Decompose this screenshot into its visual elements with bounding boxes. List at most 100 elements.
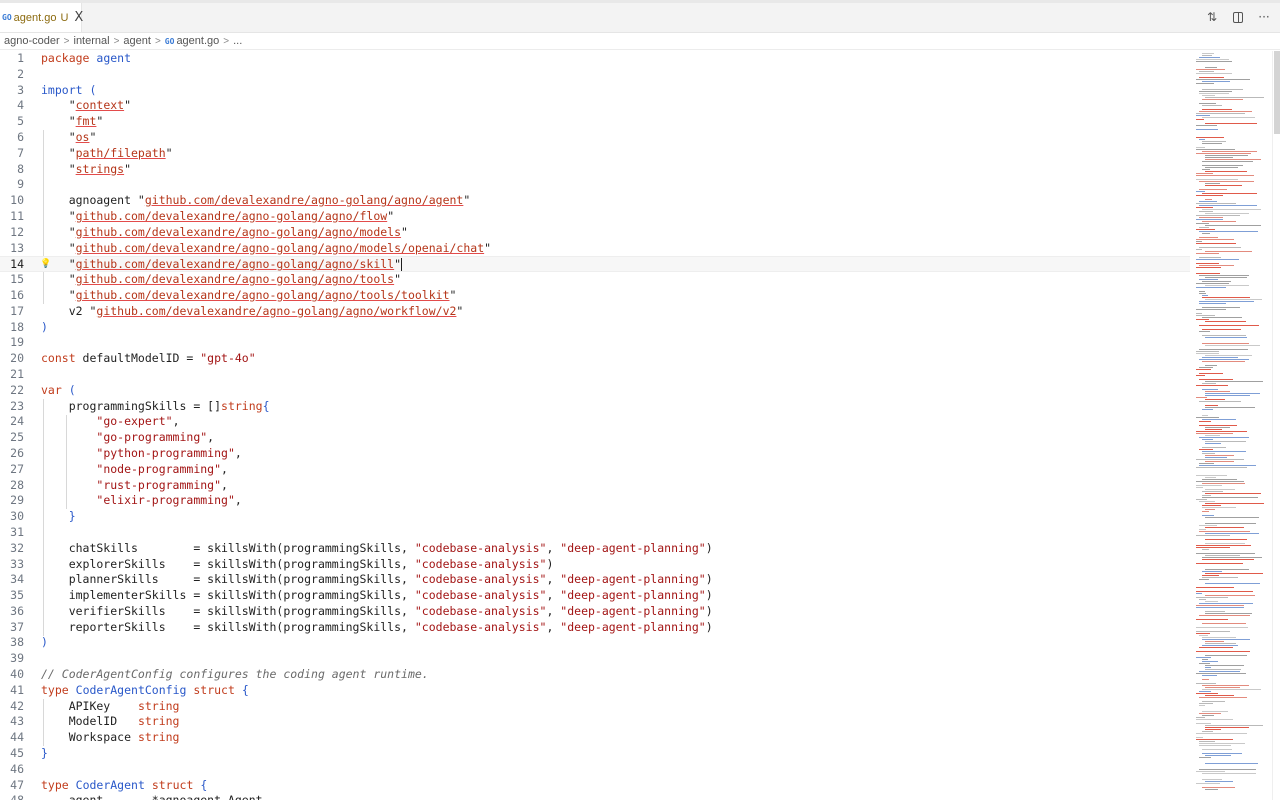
code-line[interactable]: 45} — [0, 746, 1190, 762]
code-token: "rust-programming" — [96, 477, 222, 492]
tab-bar: GO agent.go U X ⇅ ··· — [0, 3, 1280, 33]
code-line[interactable]: 2 — [0, 67, 1190, 83]
code-line[interactable]: 28 "rust-programming", — [0, 478, 1190, 494]
code-line[interactable]: 35 implementerSkills = skillsWith(progra… — [0, 588, 1190, 604]
code-line[interactable]: 6 "os" — [0, 130, 1190, 146]
code-line[interactable]: 10 agnoagent "github.com/devalexandre/ag… — [0, 193, 1190, 209]
code-line[interactable]: 26 "python-programming", — [0, 446, 1190, 462]
code-line[interactable]: 44 Workspace string — [0, 730, 1190, 746]
code-token: github.com/devalexandre/agno-golang/agno… — [75, 257, 395, 272]
minimap-line — [1196, 485, 1222, 486]
code-text: reporterSkills = skillsWith(programmingS… — [41, 620, 713, 636]
code-line[interactable]: 42 APIKey string — [0, 699, 1190, 715]
minimap-line — [1199, 181, 1254, 182]
code-line[interactable]: 43 ModelID string — [0, 714, 1190, 730]
code-token: "go-expert" — [96, 414, 173, 429]
code-line[interactable]: 32 chatSkills = skillsWith(programmingSk… — [0, 541, 1190, 557]
breadcrumb-item-agno-coder[interactable]: agno-coder — [4, 35, 60, 47]
minimap-line — [1199, 449, 1213, 450]
code-line[interactable]: 39 — [0, 651, 1190, 667]
code-line[interactable]: 20 const defaultModelID = "gpt-4o" — [0, 351, 1190, 367]
minimap-line — [1202, 165, 1243, 166]
code-line[interactable]: 41 type CoderAgentConfig struct { — [0, 683, 1190, 699]
split-editor-icon[interactable] — [1230, 7, 1246, 27]
code-token: , — [221, 461, 228, 476]
minimap-line — [1196, 385, 1228, 386]
code-line[interactable]: 40 // CoderAgentConfig configures the cod… — [0, 667, 1190, 683]
minimap-line — [1205, 429, 1222, 430]
code-line[interactable]: 29 "elixir-programming", — [0, 493, 1190, 509]
code-line[interactable]: 25 "go-programming", — [0, 430, 1190, 446]
minimap-line — [1205, 539, 1247, 540]
breadcrumb-item-agent-go[interactable]: agent.go — [176, 35, 219, 47]
code-line[interactable]: 48 agent *agnoagent.Agent — [0, 793, 1190, 800]
code-line[interactable]: 18) — [0, 320, 1190, 336]
minimap-line — [1196, 475, 1227, 476]
line-number: 15 — [10, 272, 24, 287]
line-number: 18 — [10, 319, 24, 334]
code-token: plannerSkills = skillsWith(programmingSk… — [41, 572, 415, 587]
code-line[interactable]: 1 package agent — [0, 51, 1190, 67]
code-line[interactable]: 24 "go-expert", — [0, 414, 1190, 430]
code-line[interactable]: 33 explorerSkills = skillsWith(programmi… — [0, 557, 1190, 573]
minimap-line — [1205, 399, 1225, 400]
minimap-line — [1196, 683, 1216, 684]
minimap-line — [1196, 239, 1234, 240]
code-line[interactable]: 31 — [0, 525, 1190, 541]
code-token: string — [221, 398, 263, 413]
tab-agent-go[interactable]: GO agent.go U X — [0, 3, 83, 32]
code-line[interactable]: 46 — [0, 762, 1190, 778]
code-line[interactable]: 3 import ( — [0, 83, 1190, 99]
code-token: context — [75, 98, 125, 113]
code-line[interactable]: 34 plannerSkills = skillsWith(programmin… — [0, 572, 1190, 588]
code-token: "node-programming" — [96, 461, 222, 476]
code-token: agnoagent " — [41, 193, 145, 208]
code-line[interactable]: 15 "github.com/devalexandre/agno-golang/… — [0, 272, 1190, 288]
open-changes-icon[interactable]: ⇅ — [1204, 7, 1220, 27]
code-line[interactable]: 38) — [0, 635, 1190, 651]
code-token: " — [456, 303, 464, 318]
code-line[interactable]: 8 "strings" — [0, 162, 1190, 178]
code-line[interactable]: 23 programmingSkills = []string{ — [0, 399, 1190, 415]
code-line[interactable]: 30 } — [0, 509, 1190, 525]
code-line[interactable]: 12 "github.com/devalexandre/agno-golang/… — [0, 225, 1190, 241]
code-line[interactable]: 11 "github.com/devalexandre/agno-golang/… — [0, 209, 1190, 225]
code-line[interactable]: 17 v2 "github.com/devalexandre/agno-gola… — [0, 304, 1190, 320]
code-line[interactable]: 7 "path/filepath" — [0, 146, 1190, 162]
breadcrumb-item-internal[interactable]: internal — [74, 35, 110, 47]
code-line[interactable]: 9 — [0, 177, 1190, 193]
code-token: ) — [705, 619, 713, 634]
code-line[interactable]: 5 "fmt" — [0, 114, 1190, 130]
code-line[interactable]: 47 type CoderAgent struct { — [0, 778, 1190, 794]
code-line[interactable]: 13 "github.com/devalexandre/agno-golang/… — [0, 241, 1190, 257]
code-line[interactable]: 21 — [0, 367, 1190, 383]
minimap-line — [1196, 313, 1202, 314]
minimap-line — [1202, 497, 1258, 498]
vertical-scrollbar[interactable] — [1272, 51, 1280, 800]
code-line[interactable]: 27 "node-programming", — [0, 462, 1190, 478]
more-actions-icon[interactable]: ··· — [1256, 7, 1272, 27]
code-line[interactable]: 16 "github.com/devalexandre/agno-golang/… — [0, 288, 1190, 304]
minimap-line — [1196, 633, 1210, 634]
minimap-line — [1202, 307, 1240, 308]
line-number: 11 — [10, 208, 24, 223]
code-line[interactable]: 36 verifierSkills = skillsWith(programmi… — [0, 604, 1190, 620]
code-token: ) — [41, 635, 48, 650]
code-editor[interactable]: 1 package agent 2 3 import (4 "context" 5 "fm… — [0, 51, 1190, 800]
code-line[interactable]: 22 var ( — [0, 383, 1190, 399]
code-token: { — [241, 682, 249, 697]
code-line[interactable]: 37 reporterSkills = skillsWith(programmi… — [0, 620, 1190, 636]
scrollbar-thumb[interactable] — [1274, 51, 1280, 134]
code-text: var ( — [41, 383, 76, 399]
breadcrumb-item-symbols[interactable]: ... — [233, 35, 242, 47]
code-line[interactable]: 14 💡 "github.com/devalexandre/agno-golang… — [0, 256, 1190, 273]
minimap-line — [1199, 599, 1206, 600]
minimap[interactable] — [1192, 51, 1272, 800]
minimap-line — [1202, 95, 1215, 96]
code-line[interactable]: 19 — [0, 335, 1190, 351]
close-icon[interactable]: X — [74, 10, 83, 25]
minimap-line — [1196, 119, 1204, 120]
code-line[interactable]: 4 "context" — [0, 98, 1190, 114]
breadcrumb-item-agent[interactable]: agent — [123, 35, 151, 47]
minimap-line — [1202, 749, 1232, 750]
